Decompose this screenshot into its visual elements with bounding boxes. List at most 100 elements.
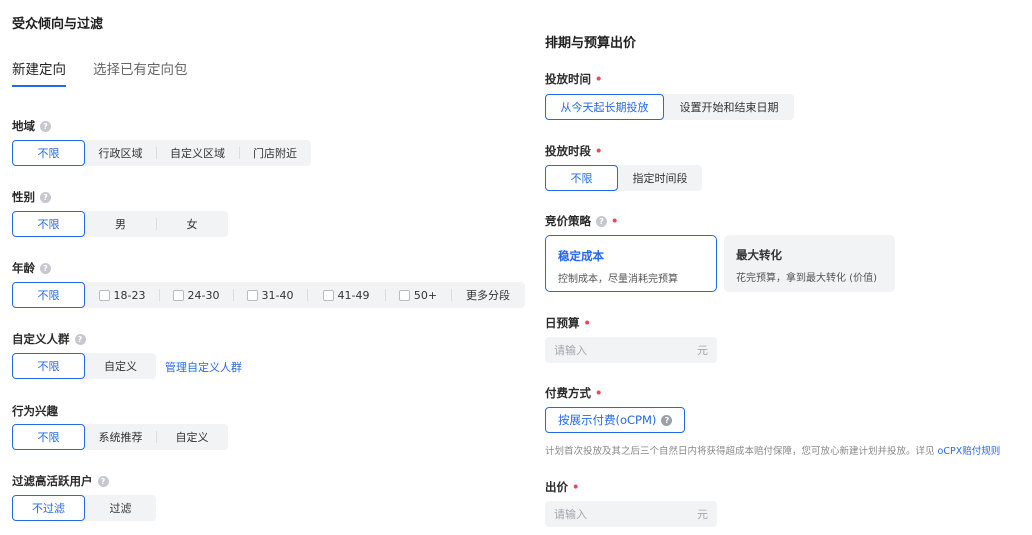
required-mark: • bbox=[611, 214, 619, 228]
region-segment: 不限 行政区域 自定义区域 门店附近 bbox=[12, 140, 311, 166]
daily-budget-label-text: 日预算 bbox=[545, 316, 580, 330]
filter-active-label-text: 过滤高活跃用户 bbox=[12, 474, 93, 488]
schedule-label-text: 投放时间 bbox=[545, 72, 591, 86]
time-slot-option-specific[interactable]: 指定时间段 bbox=[618, 165, 702, 191]
custom-audience-option-custom[interactable]: 自定义 bbox=[85, 353, 156, 379]
targeting-tabs: 新建定向 选择已有定向包 bbox=[12, 58, 188, 87]
section-title-audience: 受众倾向与过滤 bbox=[12, 17, 104, 32]
manage-custom-audience-link[interactable]: 管理自定义人群 bbox=[165, 359, 242, 375]
age-label-text: 年龄 bbox=[12, 261, 35, 275]
help-icon[interactable]: ? bbox=[596, 215, 607, 227]
region-option-unlimited[interactable]: 不限 bbox=[12, 140, 85, 166]
required-mark: • bbox=[595, 386, 603, 400]
region-label-text: 地域 bbox=[12, 119, 35, 133]
required-mark: • bbox=[595, 72, 603, 86]
ocpx-compensation-rules-link[interactable]: oCPX赔付规则 bbox=[938, 446, 1001, 457]
filter-active-label: 过滤高活跃用户 ? bbox=[12, 473, 109, 489]
help-icon[interactable]: ? bbox=[661, 414, 673, 426]
help-icon[interactable]: ? bbox=[40, 191, 51, 203]
gender-option-unlimited[interactable]: 不限 bbox=[12, 211, 85, 237]
gender-segment: 不限 男 女 bbox=[12, 211, 228, 237]
required-mark: • bbox=[595, 144, 603, 158]
help-icon[interactable]: ? bbox=[74, 333, 86, 345]
behavior-label-text: 行为兴趣 bbox=[12, 404, 58, 418]
required-mark: • bbox=[572, 480, 580, 494]
currency-unit: 元 bbox=[697, 344, 708, 357]
custom-audience-label: 自定义人群 ? bbox=[12, 331, 86, 347]
behavior-option-recommended[interactable]: 系统推荐 bbox=[85, 424, 156, 450]
region-option-admin[interactable]: 行政区域 bbox=[85, 140, 156, 166]
age-option-31-40[interactable]: 31-40 bbox=[233, 282, 307, 308]
behavior-option-custom[interactable]: 自定义 bbox=[156, 424, 228, 450]
payment-label-text: 付费方式 bbox=[545, 386, 591, 400]
checkbox-icon bbox=[398, 289, 410, 301]
checkbox-icon bbox=[172, 289, 184, 301]
custom-audience-option-unlimited[interactable]: 不限 bbox=[12, 353, 85, 379]
time-slot-label-text: 投放时段 bbox=[545, 144, 591, 158]
age-option-50-plus[interactable]: 50+ bbox=[385, 282, 451, 308]
bid-card-title: 稳定成本 bbox=[558, 249, 604, 263]
checkbox-icon bbox=[98, 289, 110, 301]
compensation-note-text: 计划首次投放及其之后三个自然日内将获得超成本赔付保障，您可放心新建计划并投放。详… bbox=[545, 446, 938, 457]
required-mark: • bbox=[583, 316, 591, 330]
daily-budget-placeholder: 请输入 bbox=[554, 344, 587, 357]
bid-placeholder: 请输入 bbox=[554, 508, 587, 521]
bid-strategy-label-text: 竞价策略 bbox=[545, 214, 591, 228]
age-option-text: 41-49 bbox=[337, 288, 370, 302]
gender-option-male[interactable]: 男 bbox=[85, 211, 156, 237]
custom-audience-label-text: 自定义人群 bbox=[12, 332, 70, 346]
filter-option-none[interactable]: 不过滤 bbox=[12, 495, 85, 521]
region-option-custom[interactable]: 自定义区域 bbox=[156, 140, 239, 166]
time-slot-option-unlimited[interactable]: 不限 bbox=[545, 165, 618, 191]
age-option-24-30[interactable]: 24-30 bbox=[159, 282, 233, 308]
payment-option-ocpm[interactable]: 按展示付费(oCPM) ? bbox=[545, 407, 686, 433]
checkbox-icon bbox=[246, 289, 258, 301]
bid-label-text: 出价 bbox=[545, 480, 568, 494]
age-option-more[interactable]: 更多分段 bbox=[451, 282, 525, 308]
time-slot-segment: 不限 指定时间段 bbox=[545, 165, 702, 191]
age-option-text: 31-40 bbox=[261, 288, 294, 302]
age-option-text: 24-30 bbox=[187, 288, 220, 302]
custom-audience-segment: 不限 自定义 bbox=[12, 353, 156, 379]
section-title-schedule: 排期与预算出价 bbox=[545, 36, 637, 51]
age-segment: 不限 18-23 24-30 31-40 41-49 50+ 更多分段 bbox=[12, 282, 525, 308]
bid-strategy-label: 竞价策略 ? • bbox=[545, 213, 618, 229]
compensation-note: 计划首次投放及其之后三个自然日内将获得超成本赔付保障，您可放心新建计划并投放。详… bbox=[545, 443, 1000, 457]
help-icon[interactable]: ? bbox=[40, 120, 51, 132]
filter-active-segment: 不过滤 过滤 bbox=[12, 495, 156, 521]
behavior-segment: 不限 系统推荐 自定义 bbox=[12, 424, 228, 450]
filter-option-filter[interactable]: 过滤 bbox=[85, 495, 156, 521]
age-label: 年龄 ? bbox=[12, 260, 51, 276]
schedule-option-date-range[interactable]: 设置开始和结束日期 bbox=[664, 94, 794, 120]
bid-card-title: 最大转化 bbox=[736, 248, 782, 262]
schedule-option-long-term[interactable]: 从今天起长期投放 bbox=[545, 94, 664, 120]
schedule-segment: 从今天起长期投放 设置开始和结束日期 bbox=[545, 94, 794, 120]
behavior-option-unlimited[interactable]: 不限 bbox=[12, 424, 85, 450]
payment-option-text: 按展示付费(oCPM) bbox=[558, 413, 657, 427]
behavior-label: 行为兴趣 bbox=[12, 403, 58, 419]
gender-label: 性别 ? bbox=[12, 189, 51, 205]
region-option-store[interactable]: 门店附近 bbox=[239, 140, 311, 166]
currency-unit: 元 bbox=[697, 508, 708, 521]
time-slot-label: 投放时段 • bbox=[545, 143, 602, 159]
tab-existing-package[interactable]: 选择已有定向包 bbox=[93, 58, 188, 87]
gender-option-female[interactable]: 女 bbox=[156, 211, 228, 237]
bid-card-stable-cost[interactable]: 稳定成本 控制成本，尽量消耗完预算 bbox=[545, 235, 717, 292]
bid-card-desc: 花完预算，拿到最大转化 (价值) bbox=[736, 273, 877, 284]
schedule-label: 投放时间 • bbox=[545, 71, 602, 87]
gender-label-text: 性别 bbox=[12, 190, 35, 204]
bid-card-max-conversion[interactable]: 最大转化 花完预算，拿到最大转化 (价值) bbox=[724, 235, 895, 292]
help-icon[interactable]: ? bbox=[40, 262, 51, 274]
age-option-41-49[interactable]: 41-49 bbox=[307, 282, 385, 308]
age-option-unlimited[interactable]: 不限 bbox=[12, 282, 85, 308]
daily-budget-input[interactable]: 请输入 元 bbox=[545, 337, 717, 363]
age-option-text: 18-23 bbox=[113, 288, 146, 302]
payment-label: 付费方式 • bbox=[545, 385, 602, 401]
checkbox-icon bbox=[322, 289, 334, 301]
age-option-18-23[interactable]: 18-23 bbox=[85, 282, 159, 308]
tab-new-targeting[interactable]: 新建定向 bbox=[12, 58, 66, 87]
help-icon[interactable]: ? bbox=[97, 475, 109, 487]
bid-card-desc: 控制成本，尽量消耗完预算 bbox=[558, 274, 678, 285]
bid-input[interactable]: 请输入 元 bbox=[545, 501, 717, 527]
bid-label: 出价 • bbox=[545, 479, 579, 495]
